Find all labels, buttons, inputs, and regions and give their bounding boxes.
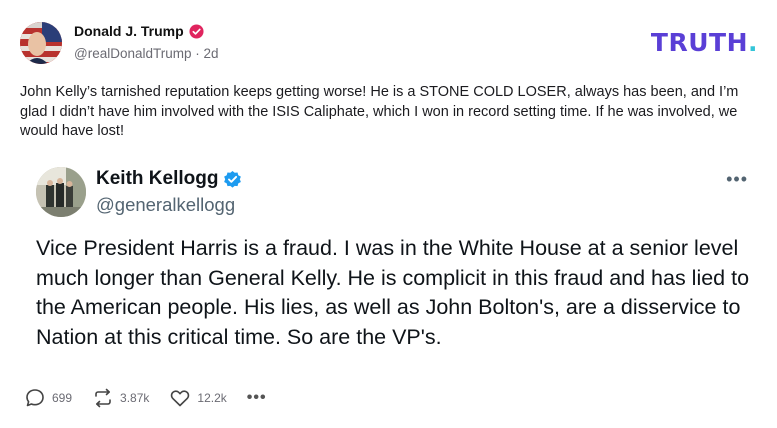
verified-badge-icon — [189, 23, 204, 39]
post-timestamp[interactable]: 2d — [204, 46, 219, 61]
author-meta: @realDonaldTrump · 2d — [74, 46, 219, 61]
post-body-text: John Kelly’s tarnished reputation keeps … — [20, 84, 739, 139]
reply-button[interactable]: 699 — [24, 387, 72, 409]
quoted-post[interactable]: Keith Kellogg @generalkellogg ••• Vice P… — [20, 155, 760, 365]
author-name[interactable]: Donald J. Trump — [74, 23, 204, 39]
more-dots-icon: ••• — [246, 389, 267, 406]
retruth-button[interactable]: 3.87k — [92, 387, 149, 409]
author-avatar[interactable] — [20, 22, 62, 64]
quoted-post-text: Vice President Harris is a fraud. I was … — [36, 236, 750, 349]
post-header: Donald J. Trump @realDonaldTrump · 2d TR… — [20, 20, 760, 66]
verified-check-icon — [224, 170, 242, 188]
retruth-arrows-icon — [95, 388, 111, 408]
like-button[interactable]: 12.2k — [169, 387, 227, 409]
quoted-author-handle[interactable]: @generalkellogg — [96, 194, 235, 216]
quoted-author-name-text[interactable]: Keith Kellogg — [96, 168, 218, 190]
author-handle[interactable]: @realDonaldTrump — [74, 46, 192, 61]
truth-logo-text: TRUTH — [650, 28, 748, 57]
post-actions-bar: 699 3.87k 12.2k ••• — [24, 385, 287, 411]
quoted-author-name[interactable]: Keith Kellogg — [96, 168, 242, 190]
more-options-button[interactable]: ••• — [247, 389, 267, 407]
reply-bubble-icon — [26, 389, 44, 407]
heart-icon — [171, 390, 190, 407]
author-name-text[interactable]: Donald J. Trump — [74, 23, 184, 39]
truth-logo-dot: . — [748, 28, 758, 57]
like-count: 12.2k — [197, 391, 227, 405]
quoted-author-avatar[interactable] — [36, 167, 86, 217]
reply-count: 699 — [52, 391, 73, 405]
quoted-more-icon[interactable]: ••• — [726, 169, 748, 190]
retruth-count: 3.87k — [120, 391, 150, 405]
meta-separator: · — [195, 46, 200, 61]
truth-logo[interactable]: TRUTH. — [651, 28, 758, 57]
